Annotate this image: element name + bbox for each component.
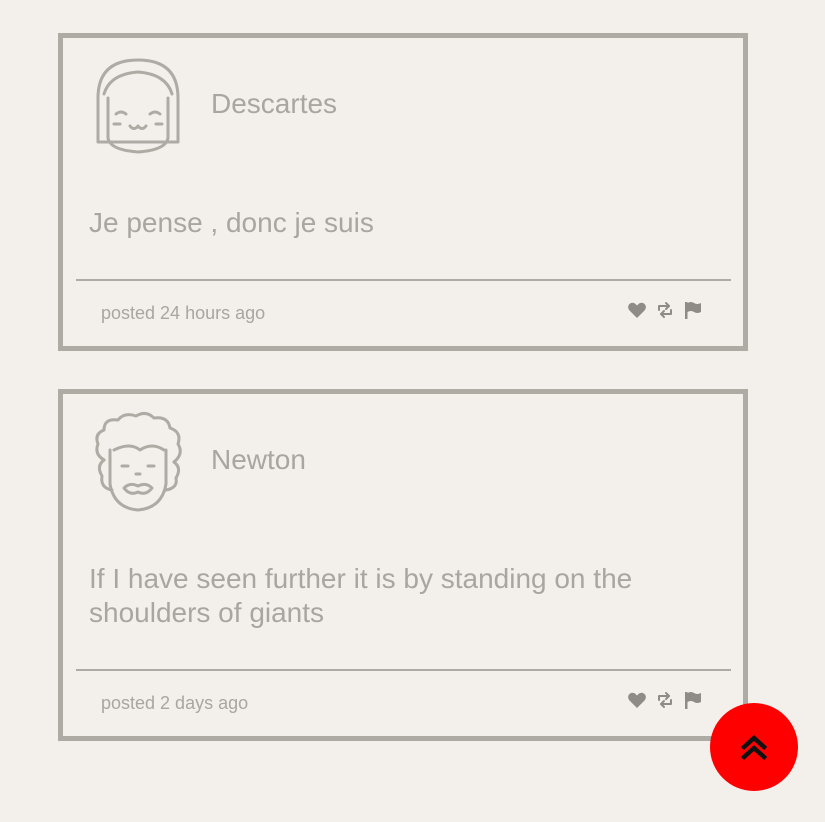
- retweet-icon[interactable]: [655, 300, 675, 320]
- flag-icon[interactable]: [683, 300, 703, 320]
- double-chevron-up-icon: [739, 732, 769, 762]
- girl-face-icon: [90, 54, 186, 158]
- curly-hair-face-icon: [90, 410, 186, 514]
- post-quote: Je pense , donc je suis: [89, 207, 374, 238]
- heart-icon[interactable]: [627, 300, 647, 320]
- divider: [76, 669, 731, 671]
- post-timestamp: posted 2 days ago: [101, 693, 249, 713]
- page: Descartes Je pense , donc je suis posted…: [0, 0, 825, 822]
- post-quote: If I have seen further it is by standing…: [89, 563, 633, 628]
- post-author: Newton: [211, 444, 306, 475]
- divider: [76, 279, 731, 281]
- scroll-to-top-button[interactable]: [710, 703, 798, 791]
- flag-icon[interactable]: [683, 690, 703, 710]
- post-timestamp: posted 24 hours ago: [101, 303, 266, 323]
- heart-icon[interactable]: [627, 690, 647, 710]
- retweet-icon[interactable]: [655, 690, 675, 710]
- post-author: Descartes: [211, 88, 338, 119]
- post-card: Newton If I have seen further it is by s…: [58, 389, 748, 741]
- post-actions: [627, 690, 703, 710]
- post-card: Descartes Je pense , donc je suis posted…: [58, 33, 748, 351]
- post-actions: [627, 300, 703, 320]
